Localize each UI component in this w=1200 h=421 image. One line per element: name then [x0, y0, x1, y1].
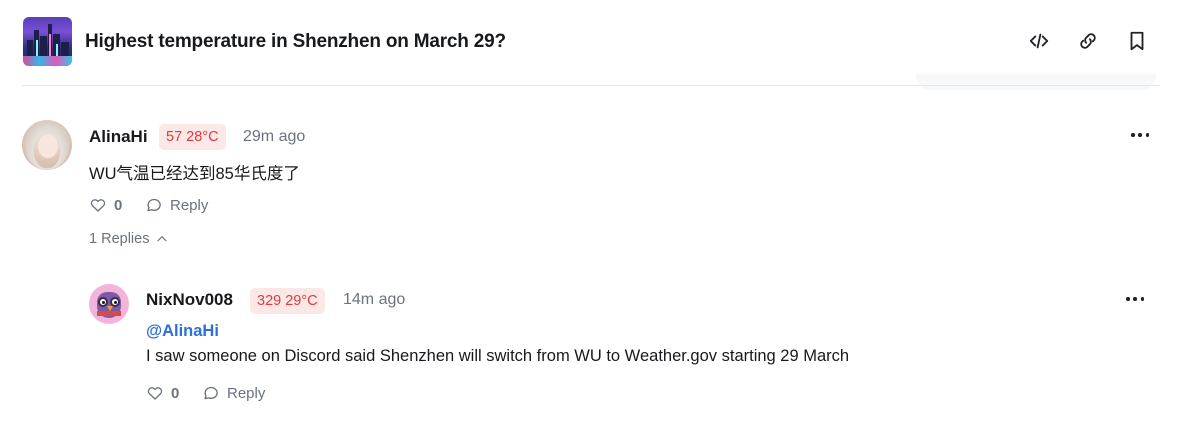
replies-count-label: 1 Replies	[89, 231, 150, 247]
like-count: 0	[171, 384, 180, 402]
chat-bubble-icon	[147, 198, 161, 212]
chevron-up-icon	[157, 236, 168, 242]
market-title[interactable]: Highest temperature in Shenzhen on March…	[85, 31, 506, 53]
market-thumbnail[interactable]	[23, 17, 72, 66]
comment-text: WU气温已经达到85华氏度了	[89, 165, 300, 183]
code-icon[interactable]	[1027, 28, 1051, 54]
user-mention-link[interactable]: @AlinaHi	[146, 322, 219, 341]
more-options-icon[interactable]	[1128, 126, 1152, 144]
more-options-icon[interactable]	[1123, 290, 1147, 308]
reply-text: I saw someone on Discord said Shenzhen w…	[146, 347, 850, 365]
bookmark-icon[interactable]	[1125, 28, 1149, 54]
link-icon[interactable]	[1076, 28, 1100, 54]
comment-username[interactable]: AlinaHi	[89, 127, 148, 147]
replies-toggle[interactable]: 1 Replies	[89, 231, 169, 247]
position-badge: 329 29°C	[250, 288, 325, 314]
heart-icon	[90, 199, 106, 212]
like-count: 0	[114, 196, 123, 214]
header-divider	[22, 85, 1160, 86]
reply-button[interactable]: Reply	[145, 196, 208, 214]
background-panel-edge	[916, 74, 1156, 90]
reply-label: Reply	[170, 196, 209, 214]
like-button[interactable]: 0	[89, 196, 122, 214]
reply-username[interactable]: NixNov008	[146, 290, 233, 310]
comment-timestamp: 29m ago	[243, 128, 306, 145]
reply-timestamp: 14m ago	[343, 291, 406, 308]
chat-bubble-icon	[204, 386, 218, 400]
reply-button[interactable]: Reply	[202, 384, 265, 402]
heart-icon	[147, 387, 163, 400]
like-button[interactable]: 0	[146, 384, 179, 402]
position-badge: 57 28°C	[159, 124, 226, 150]
avatar[interactable]	[89, 284, 129, 324]
avatar[interactable]	[22, 120, 72, 170]
reply-label: Reply	[227, 384, 266, 402]
